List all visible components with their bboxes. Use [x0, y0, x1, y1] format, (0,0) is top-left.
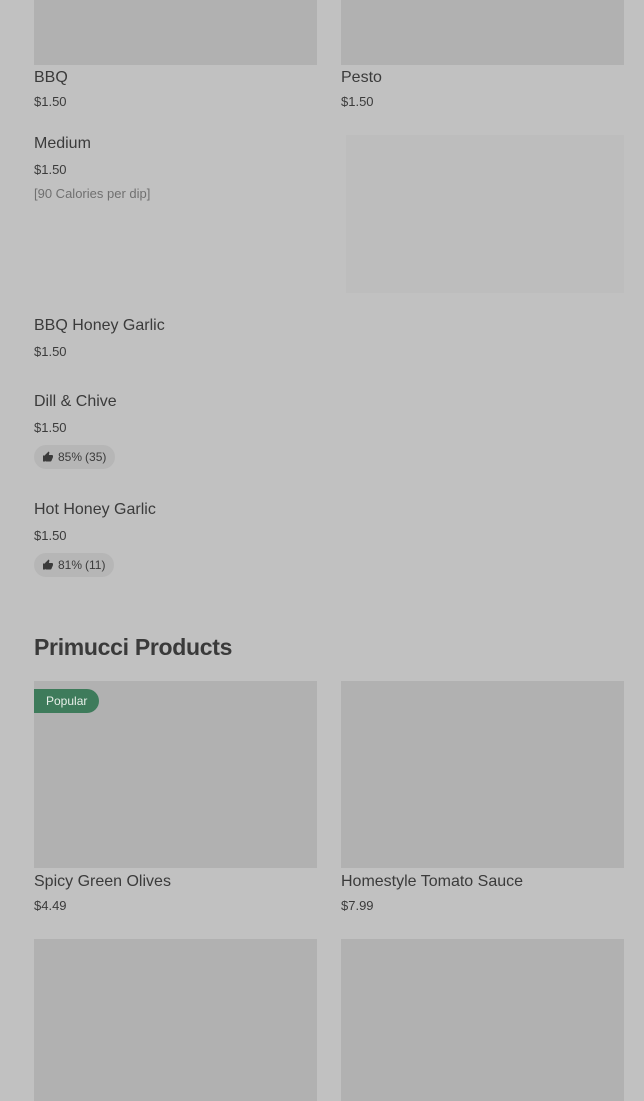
medium-image[interactable]: [346, 135, 624, 293]
item-price-medium: $1.50: [34, 162, 67, 177]
item-name-bbq-honey-garlic[interactable]: BBQ Honey Garlic: [34, 317, 165, 335]
item-name-pesto[interactable]: Pesto: [341, 69, 382, 87]
item-price-bbq-honey-garlic: $1.50: [34, 344, 67, 359]
product-name-spicy-green-olives[interactable]: Spicy Green Olives: [34, 873, 171, 891]
product-image[interactable]: [34, 939, 317, 1101]
popular-badge: Popular: [34, 689, 100, 713]
item-name-dill-chive[interactable]: Dill & Chive: [34, 393, 117, 411]
item-name-bbq[interactable]: BBQ: [34, 69, 68, 87]
section-title: Primucci Products: [34, 634, 233, 660]
item-price-bbq: $1.50: [34, 94, 67, 109]
rating-percent: 81%: [58, 558, 83, 572]
rating-count: (35): [85, 450, 107, 464]
thumbs-up-icon: [43, 559, 53, 570]
item-price-hot-honey-garlic: $1.50: [34, 528, 67, 543]
product-price-spicy-green-olives: $4.49: [34, 898, 67, 913]
product-image-homestyle-tomato-sauce[interactable]: [341, 681, 624, 868]
item-calories-medium: [90 Calories per dip]: [34, 186, 151, 201]
rating-count: (11): [85, 558, 106, 572]
item-price-dill-chive: $1.50: [34, 420, 67, 435]
product-image[interactable]: [341, 939, 624, 1101]
pesto-image[interactable]: [341, 0, 624, 65]
rating-badge: 81% (11): [34, 553, 115, 577]
rating-percent: 85%: [58, 450, 83, 464]
rating-badge: 85% (35): [34, 445, 116, 469]
product-price-homestyle-tomato-sauce: $7.99: [341, 898, 374, 913]
bbq-image[interactable]: [34, 0, 317, 65]
thumbs-up-icon: [43, 451, 53, 462]
product-name-homestyle-tomato-sauce[interactable]: Homestyle Tomato Sauce: [341, 873, 523, 891]
item-price-pesto: $1.50: [341, 94, 374, 109]
item-name-hot-honey-garlic[interactable]: Hot Honey Garlic: [34, 501, 156, 519]
item-name-medium[interactable]: Medium: [34, 135, 91, 153]
